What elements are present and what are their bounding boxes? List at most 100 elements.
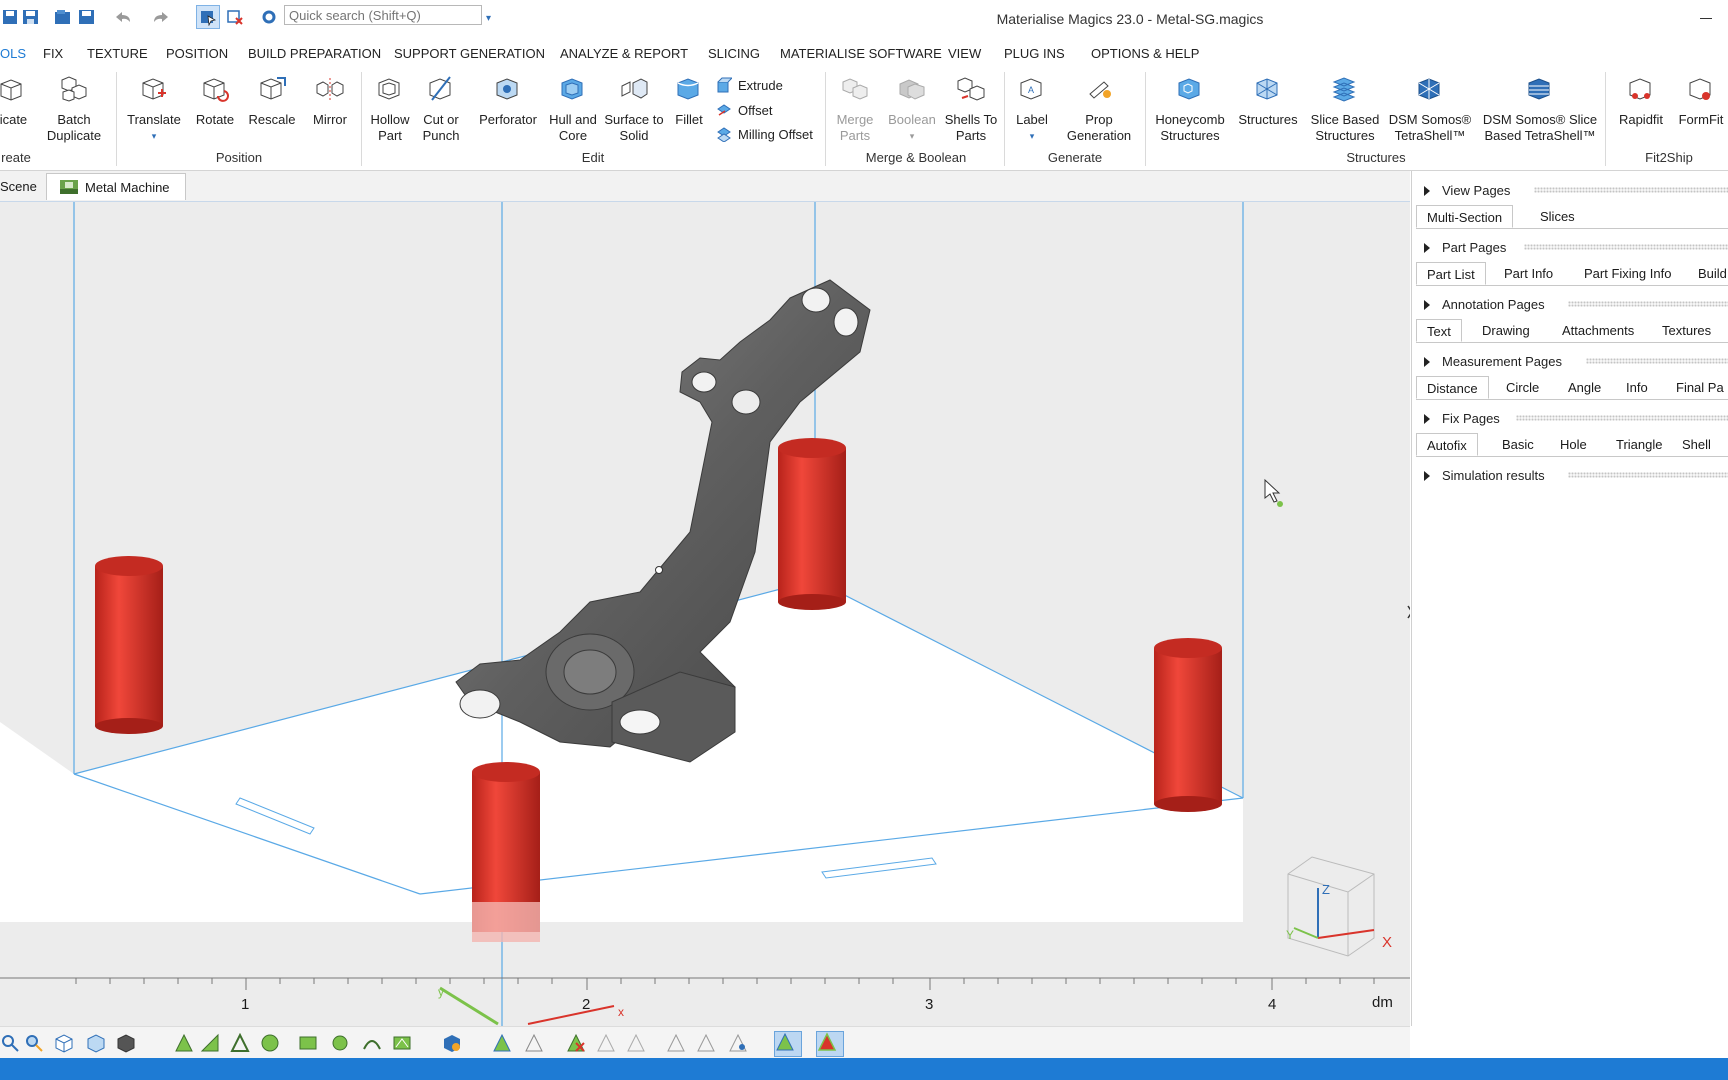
measure-circle-icon[interactable] bbox=[728, 1033, 748, 1053]
rescale-button[interactable]: Rescale bbox=[246, 74, 298, 128]
save-icon[interactable] bbox=[20, 6, 42, 28]
prop-generation-button[interactable]: Prop Generation bbox=[1060, 74, 1138, 144]
tab-metal-machine[interactable]: Metal Machine bbox=[46, 173, 186, 200]
minimize-button[interactable] bbox=[1700, 18, 1712, 19]
rotate-button[interactable]: Rotate bbox=[190, 74, 240, 128]
panel-collapse-arrow[interactable] bbox=[1407, 605, 1410, 619]
perforator-button[interactable]: Perforator bbox=[474, 74, 542, 128]
open-icon[interactable] bbox=[52, 6, 74, 28]
shaded-view-icon[interactable] bbox=[774, 1031, 802, 1057]
merge-parts-button[interactable]: Merge Parts bbox=[830, 74, 880, 144]
part-select-icon[interactable] bbox=[442, 1033, 462, 1053]
shaded-edges-view-icon[interactable] bbox=[816, 1031, 844, 1057]
menu-options-help[interactable]: OPTIONS & HELP bbox=[1091, 46, 1199, 61]
tab-hole[interactable]: Hole bbox=[1550, 433, 1597, 456]
hollow-part-button[interactable]: Hollow Part bbox=[364, 74, 416, 144]
tab-angle[interactable]: Angle bbox=[1558, 376, 1611, 399]
tab-scene[interactable]: Scene bbox=[0, 173, 46, 200]
zoom-window-icon[interactable] bbox=[0, 1033, 20, 1053]
select-part-icon[interactable] bbox=[196, 5, 220, 29]
search-input[interactable] bbox=[284, 5, 482, 25]
curve-select-icon[interactable] bbox=[362, 1033, 382, 1053]
save-as-icon[interactable] bbox=[76, 6, 98, 28]
measure-icon[interactable] bbox=[666, 1033, 686, 1053]
milling-offset-button[interactable]: Milling Offset bbox=[716, 126, 813, 142]
tab-part-fixing-info[interactable]: Part Fixing Info bbox=[1574, 262, 1681, 285]
support-outline-icon[interactable] bbox=[626, 1033, 646, 1053]
view-front-icon[interactable] bbox=[86, 1033, 106, 1053]
tab-basic[interactable]: Basic bbox=[1492, 433, 1544, 456]
measure-angle-icon[interactable] bbox=[696, 1033, 716, 1053]
shell-mode-icon[interactable] bbox=[230, 1032, 250, 1053]
tab-multi-section[interactable]: Multi-Section bbox=[1416, 205, 1514, 228]
view-pages-header[interactable]: View Pages bbox=[1424, 183, 1728, 198]
zoom-icon[interactable] bbox=[24, 1033, 44, 1053]
cut-or-punch-button[interactable]: Cut or Punch bbox=[416, 74, 466, 144]
menu-position[interactable]: POSITION bbox=[166, 46, 228, 61]
tab-autofix[interactable]: Autofix bbox=[1416, 433, 1478, 456]
tab-distance[interactable]: Distance bbox=[1416, 376, 1489, 399]
menu-plug-ins[interactable]: PLUG INS bbox=[1004, 46, 1065, 61]
label-dropdown-icon[interactable]: ▾ bbox=[1010, 128, 1054, 144]
menu-materialise-software[interactable]: MATERIALISE SOFTWARE bbox=[780, 46, 942, 61]
measurement-pages-header[interactable]: Measurement Pages bbox=[1424, 354, 1728, 369]
boolean-dropdown-icon[interactable]: ▾ bbox=[884, 128, 940, 144]
annotation-pages-header[interactable]: Annotation Pages bbox=[1424, 297, 1728, 312]
tab-drawing[interactable]: Drawing bbox=[1472, 319, 1540, 342]
fillet-button[interactable]: Fillet bbox=[670, 74, 708, 128]
menu-slicing[interactable]: SLICING bbox=[708, 46, 760, 61]
view-solid-icon[interactable] bbox=[116, 1033, 136, 1053]
save-all-icon[interactable] bbox=[0, 6, 22, 28]
tab-info[interactable]: Info bbox=[1616, 376, 1658, 399]
translate-dropdown-icon[interactable]: ▾ bbox=[124, 128, 184, 144]
undo-icon[interactable] bbox=[112, 6, 134, 28]
honeycomb-structures-button[interactable]: Honeycomb Structures bbox=[1150, 74, 1230, 144]
tab-final-part[interactable]: Final Pa bbox=[1666, 376, 1728, 399]
support-edit-icon[interactable] bbox=[524, 1033, 544, 1053]
tab-build[interactable]: Build bbox=[1688, 262, 1728, 285]
menu-support-generation[interactable]: SUPPORT GENERATION bbox=[394, 46, 545, 61]
gear-icon[interactable] bbox=[258, 6, 280, 28]
search-dropdown-icon[interactable]: ▾ bbox=[486, 13, 491, 24]
dsm-slice-tetrashell-button[interactable]: DSM Somos® Slice Based TetraShell™ bbox=[1478, 74, 1602, 144]
tab-textures[interactable]: Textures bbox=[1652, 319, 1721, 342]
boolean-button[interactable]: Boolean ▾ bbox=[884, 74, 940, 144]
formfit-button[interactable]: FormFit bbox=[1674, 74, 1728, 128]
tab-part-info[interactable]: Part Info bbox=[1494, 262, 1563, 285]
tab-text[interactable]: Text bbox=[1416, 319, 1462, 342]
extrude-button[interactable]: Extrude bbox=[716, 77, 783, 93]
menu-build-preparation[interactable]: BUILD PREPARATION bbox=[248, 46, 381, 61]
tab-part-list[interactable]: Part List bbox=[1416, 262, 1486, 285]
dsm-tetrashell-button[interactable]: DSM Somos® TetraShell™ bbox=[1388, 74, 1472, 144]
triangle-mode-icon[interactable] bbox=[174, 1033, 194, 1053]
menu-texture[interactable]: TEXTURE bbox=[87, 46, 148, 61]
tab-slices[interactable]: Slices bbox=[1530, 205, 1585, 228]
label-button[interactable]: A Label ▾ bbox=[1010, 74, 1054, 144]
offset-button[interactable]: Offset bbox=[716, 102, 772, 118]
support-hide-icon[interactable] bbox=[596, 1033, 616, 1053]
slice-based-structures-button[interactable]: Slice Based Structures bbox=[1306, 74, 1384, 144]
support-delete-icon[interactable] bbox=[566, 1033, 586, 1053]
support-view-icon[interactable] bbox=[492, 1033, 512, 1053]
structures-button[interactable]: Structures bbox=[1234, 74, 1302, 128]
area-select-icon[interactable] bbox=[392, 1033, 412, 1053]
translate-button[interactable]: Translate ▾ bbox=[124, 74, 184, 144]
shells-to-parts-button[interactable]: Shells To Parts bbox=[942, 74, 1000, 144]
surface-to-solid-button[interactable]: Surface to Solid bbox=[600, 74, 668, 144]
tab-shell[interactable]: Shell bbox=[1672, 433, 1721, 456]
lasso-select-icon[interactable] bbox=[330, 1033, 350, 1053]
tab-triangle[interactable]: Triangle bbox=[1606, 433, 1672, 456]
mirror-button[interactable]: Mirror bbox=[304, 74, 356, 128]
hull-and-core-button[interactable]: Hull and Core bbox=[546, 74, 600, 144]
view-cube-icon[interactable] bbox=[54, 1033, 74, 1053]
surface-mode-icon[interactable] bbox=[200, 1033, 220, 1053]
menu-tools[interactable]: OLS bbox=[0, 46, 26, 61]
menu-fix[interactable]: FIX bbox=[43, 46, 63, 61]
tab-circle[interactable]: Circle bbox=[1496, 376, 1549, 399]
mark-icon[interactable] bbox=[260, 1033, 280, 1053]
redo-icon[interactable] bbox=[150, 6, 172, 28]
orientation-cube[interactable] bbox=[1287, 856, 1375, 957]
batch-duplicate-button[interactable]: Batch Duplicate bbox=[44, 74, 104, 144]
tab-attachments[interactable]: Attachments bbox=[1552, 319, 1644, 342]
menu-analyze-report[interactable]: ANALYZE & REPORT bbox=[560, 46, 688, 61]
